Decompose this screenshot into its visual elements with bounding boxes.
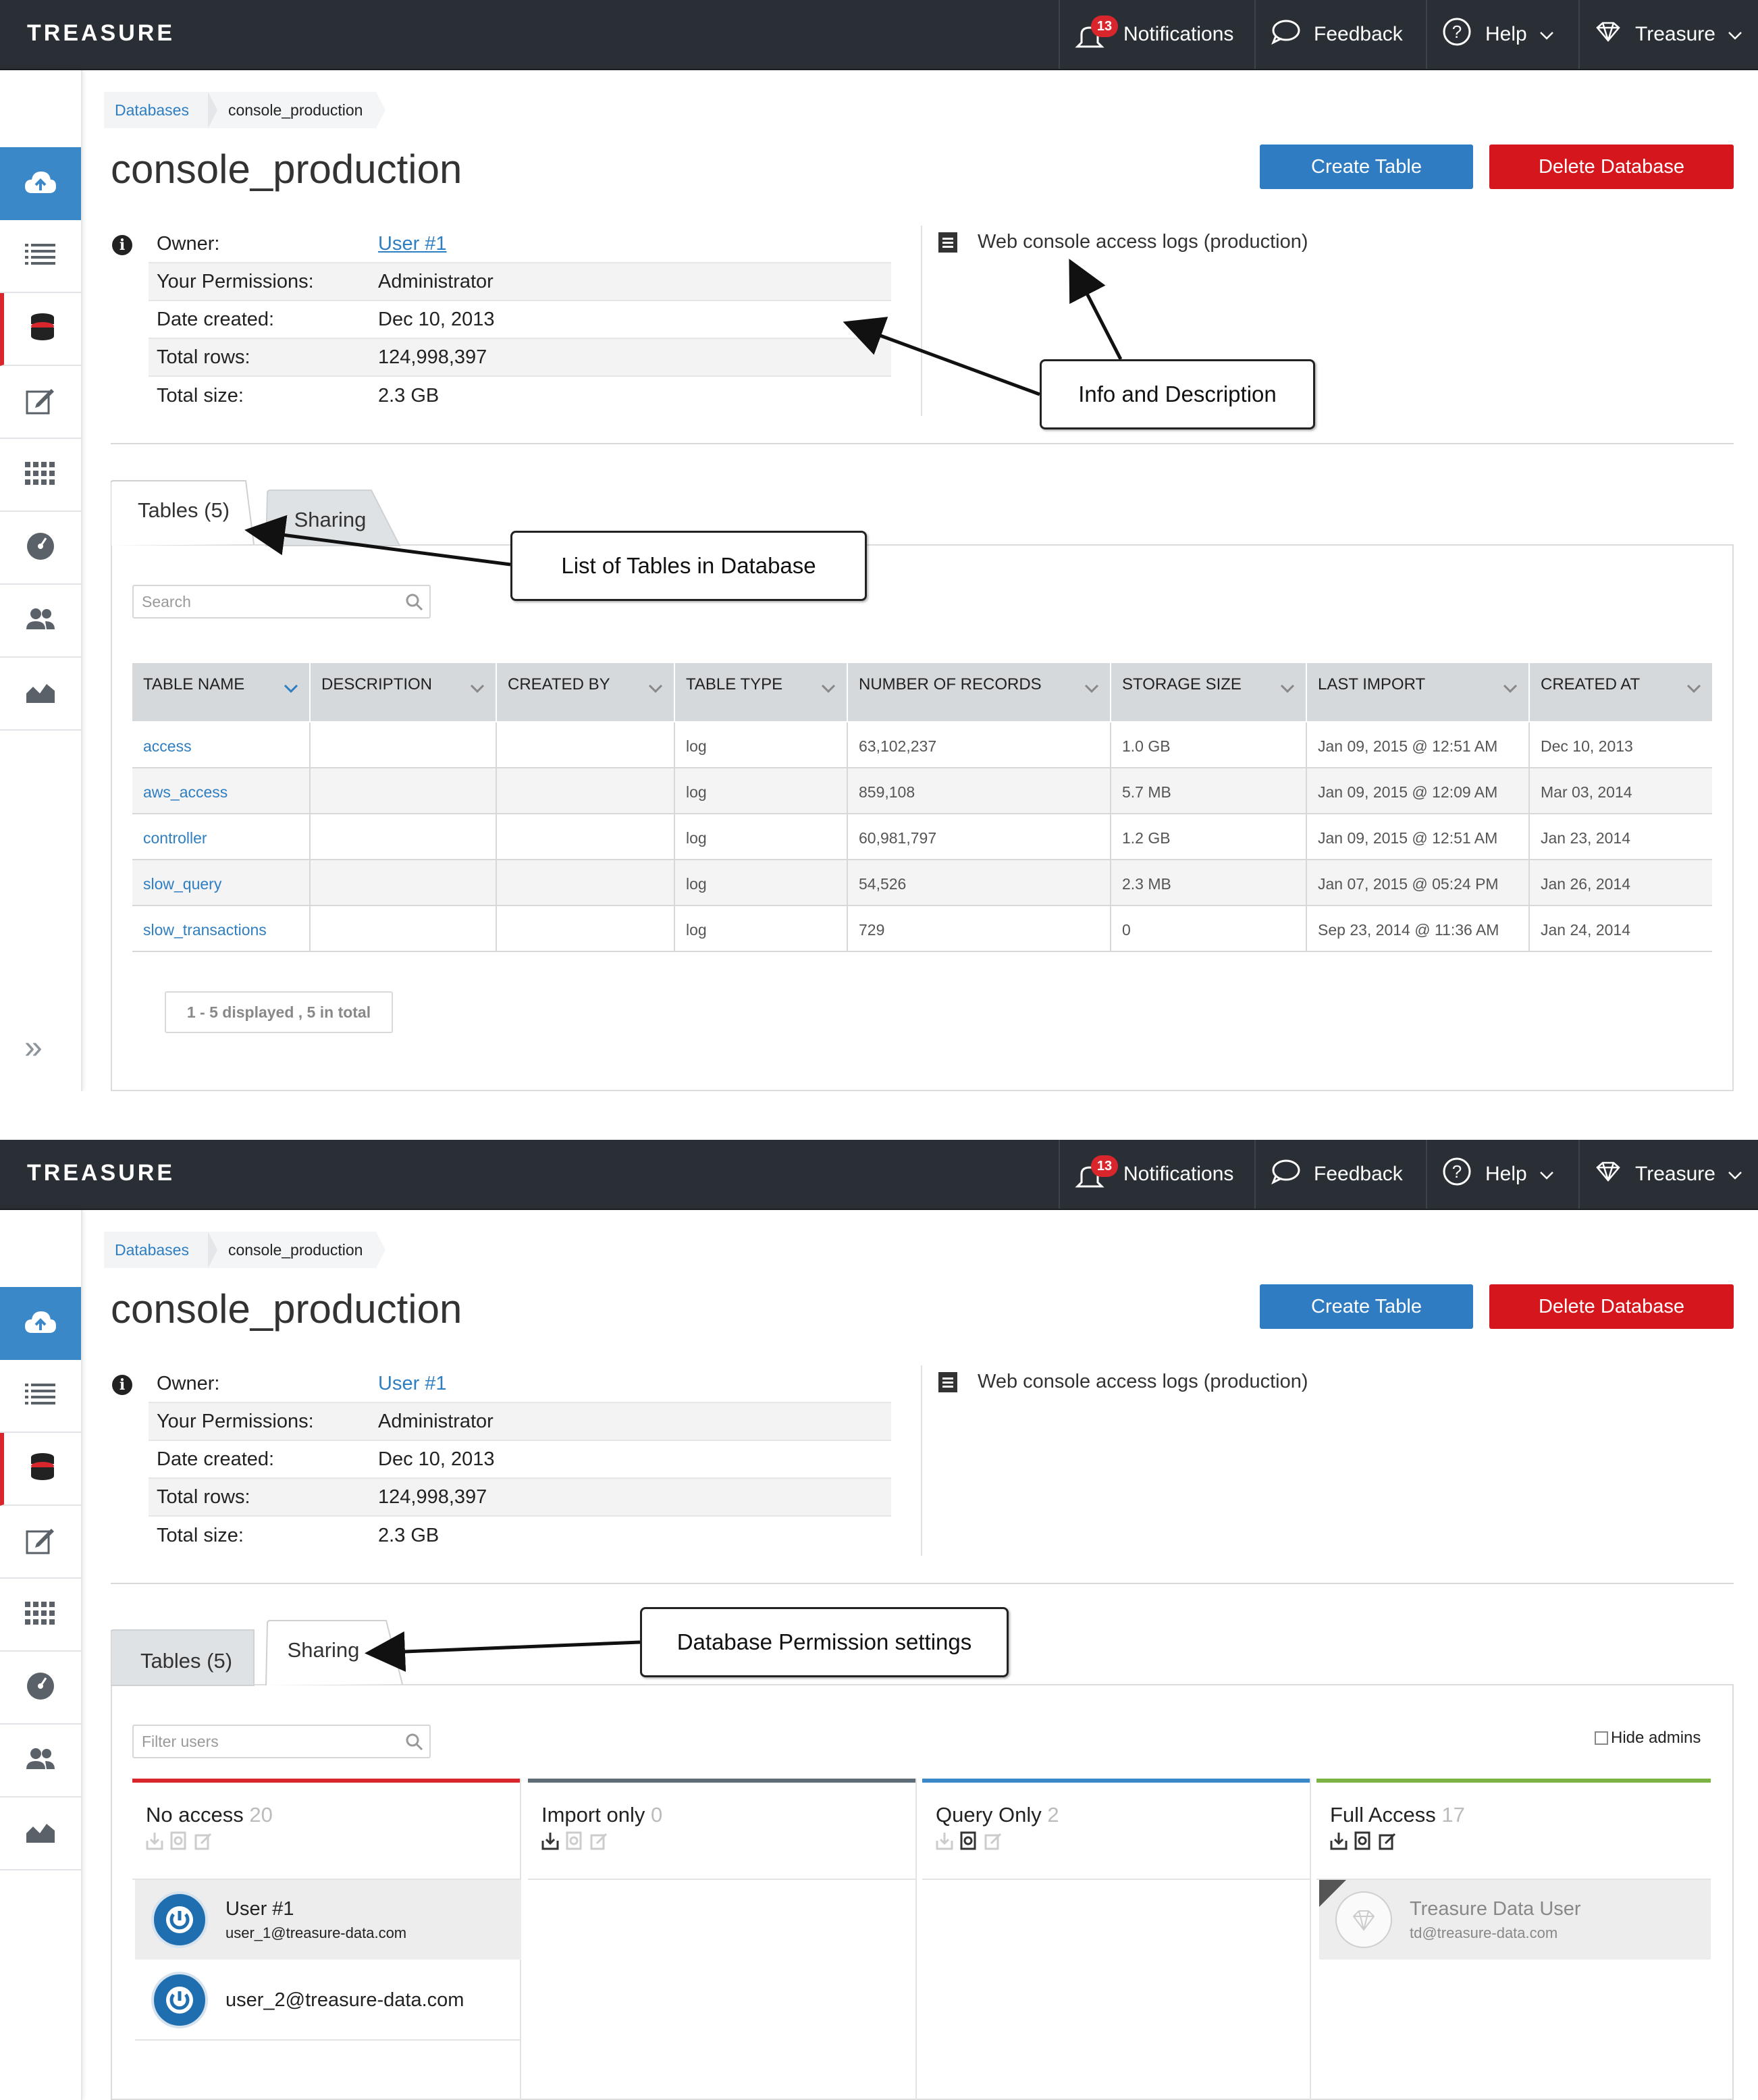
callout-database-permission-settings: Database Permission settings — [640, 1607, 1009, 1677]
screenshot-tables-tab: TREASURE 13 Notifications Feedback ? Hel… — [0, 0, 1758, 1091]
screenshot-sharing-tab: TREASURE 13 Notifications Feedback ? Hel… — [0, 1140, 1758, 2100]
annotation-arrows — [244, 259, 1123, 567]
callout-info-and-description: Info and Description — [1040, 359, 1315, 429]
callout-list-of-tables: List of Tables in Database — [510, 531, 867, 601]
